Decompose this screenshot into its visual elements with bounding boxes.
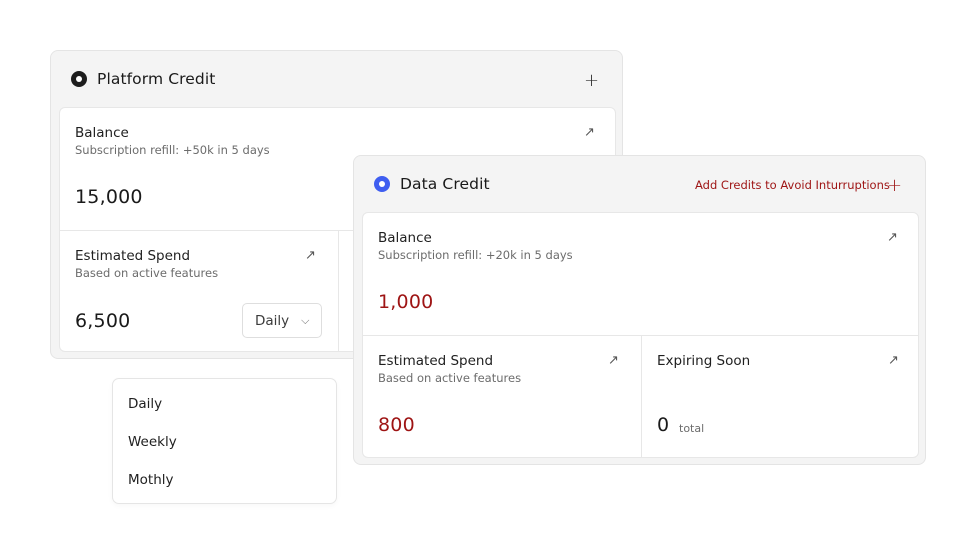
platform-spend-arrow-icon[interactable]: ↗: [305, 249, 316, 262]
data-credit-icon: [374, 176, 390, 192]
platform-balance-title: Balance: [75, 125, 129, 141]
platform-add-icon[interactable]: +: [584, 72, 599, 90]
data-spend-arrow-icon[interactable]: ↗: [608, 354, 619, 367]
period-select-value: Daily: [255, 312, 290, 329]
period-option-monthly[interactable]: Mothly: [128, 472, 174, 488]
platform-spend-cell: Estimated Spend Based on active features…: [60, 231, 338, 351]
chevron-down-icon: ⌵: [301, 313, 310, 327]
data-spend-subtitle: Based on active features: [378, 371, 522, 385]
data-balance-value: 1,000: [378, 291, 434, 313]
data-balance-cell[interactable]: Balance Subscription refill: +20k in 5 d…: [363, 213, 918, 335]
platform-balance-value: 15,000: [75, 186, 143, 208]
data-expiring-cell[interactable]: Expiring Soon 0 total ↗: [642, 336, 918, 457]
data-expiring-unit: total: [679, 422, 705, 435]
data-spend-cell[interactable]: Estimated Spend Based on active features…: [363, 336, 641, 457]
period-option-daily[interactable]: Daily: [128, 396, 162, 412]
add-credits-link[interactable]: Add Credits to Avoid Inturruptions: [695, 178, 890, 192]
platform-balance-arrow-icon[interactable]: ↗: [584, 126, 595, 139]
data-credit-panel: Balance Subscription refill: +20k in 5 d…: [362, 212, 919, 458]
data-expiring-title: Expiring Soon: [657, 353, 751, 369]
platform-spend-subtitle: Based on active features: [75, 266, 219, 280]
data-balance-arrow-icon[interactable]: ↗: [887, 231, 898, 244]
platform-spend-title: Estimated Spend: [75, 248, 191, 264]
data-expiring-arrow-icon[interactable]: ↗: [888, 354, 899, 367]
data-spend-value: 800: [378, 414, 415, 436]
platform-credit-title: Platform Credit: [97, 70, 216, 88]
data-expiring-value: 0: [657, 414, 670, 436]
platform-cell-divider: [338, 231, 339, 351]
data-credit-card: Data Credit Add Credits to Avoid Inturru…: [353, 155, 926, 465]
data-credit-title: Data Credit: [400, 175, 490, 193]
platform-credit-icon: [71, 71, 87, 87]
platform-spend-value: 6,500: [75, 310, 131, 332]
period-option-weekly[interactable]: Weekly: [128, 434, 177, 450]
data-spend-title: Estimated Spend: [378, 353, 494, 369]
period-select[interactable]: Daily ⌵: [242, 303, 322, 338]
data-add-icon[interactable]: +: [887, 177, 902, 195]
data-balance-subtitle: Subscription refill: +20k in 5 days: [378, 248, 573, 262]
platform-balance-subtitle: Subscription refill: +50k in 5 days: [75, 143, 270, 157]
data-balance-title: Balance: [378, 230, 432, 246]
period-dropdown: Daily Weekly Mothly: [112, 378, 337, 504]
platform-credit-header: Platform Credit: [51, 51, 622, 107]
